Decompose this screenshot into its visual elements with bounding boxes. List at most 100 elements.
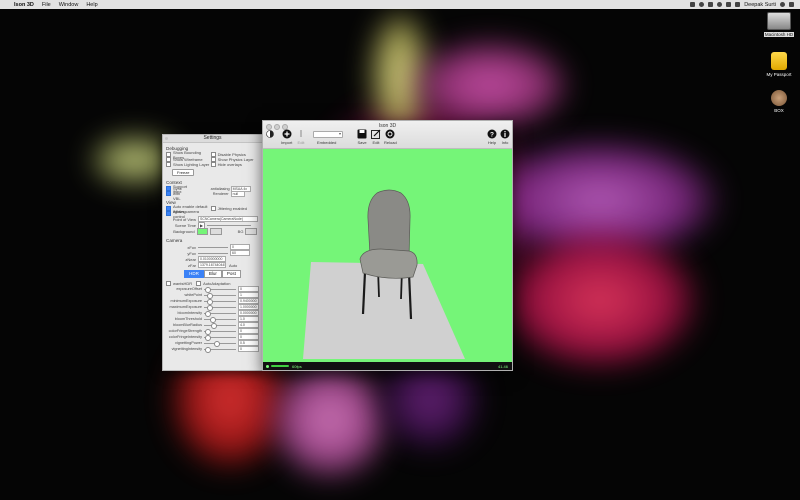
renderer-label: Renderer — [212, 191, 229, 196]
note-edit-icon — [371, 129, 381, 139]
antialiasing-label: antialiasing — [210, 186, 230, 191]
menu-file[interactable]: File — [42, 2, 51, 8]
embedded-popup[interactable] — [313, 131, 343, 138]
note-edit-label: Edit — [372, 140, 380, 145]
status-icon[interactable] — [690, 2, 696, 7]
import-button[interactable]: Import — [281, 129, 292, 145]
settings-titlebar[interactable]: Settings — [163, 135, 262, 143]
slider-track[interactable] — [204, 323, 236, 329]
zfar-field[interactable]: 1379.167440445 — [198, 262, 226, 268]
settings-title: Settings — [203, 135, 222, 141]
slider-label: colorFringeIntensity — [168, 335, 202, 339]
renderer-field: null — [230, 190, 245, 197]
menu-user-name[interactable]: Deepak Surti — [744, 2, 776, 8]
slider-track[interactable] — [204, 335, 236, 341]
auto-adaptation-checkbox[interactable]: AutoAdaptation — [196, 280, 230, 286]
edit-icon — [296, 129, 306, 139]
half-circle-icon — [265, 129, 275, 139]
slider-value-field[interactable]: 0 — [238, 346, 259, 352]
chair-seat — [359, 248, 418, 279]
main-window-toolbar[interactable]: Ison 3D Import Edit Embedded Save Edit R… — [263, 121, 512, 149]
camera-tabs: HDR Blur Post — [166, 270, 259, 278]
freeze-button[interactable]: Freeze — [172, 169, 195, 176]
tab-hdr[interactable]: HDR — [184, 270, 204, 278]
status-right-value: 41.46 — [497, 363, 508, 369]
point-of-view-select[interactable]: SCNCamera(CameraNode) — [198, 216, 258, 222]
edit-label: Edit — [297, 140, 305, 145]
close-icon[interactable] — [165, 137, 168, 140]
slider-knob[interactable] — [211, 323, 217, 329]
slider-label: whitePoint — [184, 293, 202, 297]
yfov-slider[interactable] — [198, 252, 228, 254]
tab-post[interactable]: Post — [221, 270, 241, 278]
checkbox-box — [166, 211, 171, 216]
menu-window[interactable]: Window — [59, 2, 79, 8]
search-icon[interactable] — [780, 2, 785, 7]
status-icon[interactable] — [708, 2, 714, 7]
xfov-slider[interactable] — [198, 246, 228, 248]
slider-track[interactable] — [204, 341, 236, 347]
slider-track[interactable] — [204, 311, 236, 317]
menu-status-area: Deepak Surti — [690, 0, 794, 9]
slider-track[interactable] — [204, 287, 236, 293]
slider-label: exposureOffset — [176, 287, 202, 291]
menu-app-name[interactable]: Ison 3D — [14, 2, 34, 8]
embedded-label-wrap: Embedded — [317, 140, 336, 145]
slider-track[interactable] — [204, 317, 236, 323]
slider-track[interactable] — [204, 293, 236, 299]
wants-hdr-checkbox[interactable]: wantsHDR — [166, 280, 192, 286]
slider-track[interactable] — [204, 329, 236, 335]
jittering-checkbox[interactable]: Jittering enabled — [210, 206, 256, 211]
save-icon — [357, 129, 367, 139]
scene-time-slider[interactable] — [207, 224, 252, 226]
camera-slider-row: vignettingIntensity 0 — [166, 346, 259, 353]
desktop-icon-my-passport[interactable]: My Passport — [759, 52, 799, 77]
save-button[interactable]: Save — [357, 129, 367, 145]
znear-label: zNear — [185, 256, 196, 262]
slider-track[interactable] — [204, 305, 236, 311]
slider-label: vignettingPower — [174, 341, 202, 345]
debugging-section: Debugging Show Bounding Boxes Disable Phy… — [163, 143, 262, 177]
progress-bar — [271, 365, 289, 367]
point-of-view-label: Point of View — [172, 216, 196, 222]
desktop-icon-macintosh-hd[interactable]: Macintosh HD — [759, 12, 799, 37]
note-edit-button[interactable]: Edit — [371, 129, 381, 145]
bg-label: BG — [237, 228, 244, 234]
bg-swatch[interactable] — [245, 227, 257, 235]
list-icon[interactable] — [789, 2, 794, 7]
status-icon[interactable] — [699, 2, 705, 7]
reload-button[interactable]: Reload — [384, 129, 397, 145]
wifi-icon[interactable] — [717, 2, 723, 7]
checkbox-box — [166, 191, 171, 196]
scene-render — [303, 189, 465, 359]
slider-label: bloomThreshold — [174, 317, 202, 321]
slider-track[interactable] — [204, 347, 236, 353]
reload-icon — [385, 129, 395, 139]
tab-blur[interactable]: Blur — [203, 270, 222, 278]
import-icon — [282, 129, 292, 139]
help-button[interactable]: ? Help — [487, 129, 497, 145]
background-color-swatch[interactable] — [196, 227, 209, 235]
embedded-label: Embedded — [317, 140, 337, 145]
sync-vbl-checkbox[interactable]: Sync with VBL — [166, 186, 187, 201]
menu-help[interactable]: Help — [86, 2, 97, 8]
yfov-label: yFov — [187, 250, 196, 256]
slider-knob[interactable] — [205, 347, 212, 353]
theme-toggle-button[interactable] — [265, 129, 275, 140]
debug-checkbox[interactable]: Hide overlays — [210, 162, 256, 167]
desktop-icon-box[interactable]: BOX — [759, 90, 799, 113]
checkbox-box — [166, 162, 171, 167]
info-button[interactable]: Info — [500, 129, 510, 145]
volume-icon[interactable] — [726, 2, 732, 7]
battery-icon[interactable] — [735, 2, 741, 7]
background-image-well[interactable] — [210, 227, 222, 235]
debug-checkbox[interactable]: Show Lighting Layer — [166, 162, 211, 167]
slider-track[interactable] — [204, 299, 236, 305]
edit-button[interactable]: Edit — [296, 129, 306, 145]
3d-viewport[interactable] — [263, 149, 512, 362]
slider-label: vignettingIntensity — [171, 347, 202, 351]
chair-back — [367, 189, 411, 258]
status-bar: 60fps 41.46 — [263, 362, 512, 370]
yfov-field[interactable]: 60 — [230, 250, 250, 256]
slider-knob[interactable] — [213, 341, 220, 347]
